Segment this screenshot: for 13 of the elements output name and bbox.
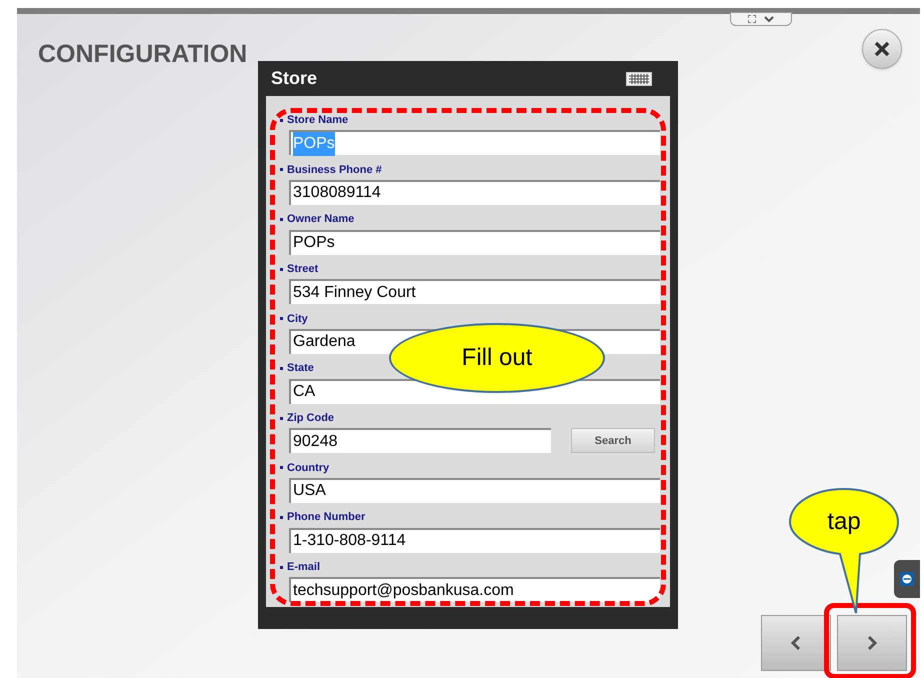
field-label: Zip Code (287, 411, 334, 426)
field-label: Country (287, 460, 330, 476)
field-label: E-mail (287, 560, 320, 576)
field-label: City (287, 312, 308, 327)
field-label: Street (287, 262, 318, 277)
field-label: Store Name (287, 112, 348, 128)
field-label: Business Phone # (287, 162, 382, 178)
field-label: Phone Number (287, 510, 366, 526)
tap-tooltip: tap (788, 488, 900, 614)
dialog-title: Store (271, 67, 318, 90)
field-label: Owner Name (287, 212, 354, 228)
field-label: State (287, 361, 314, 376)
screen-title: CONFIGURATION (38, 39, 248, 70)
